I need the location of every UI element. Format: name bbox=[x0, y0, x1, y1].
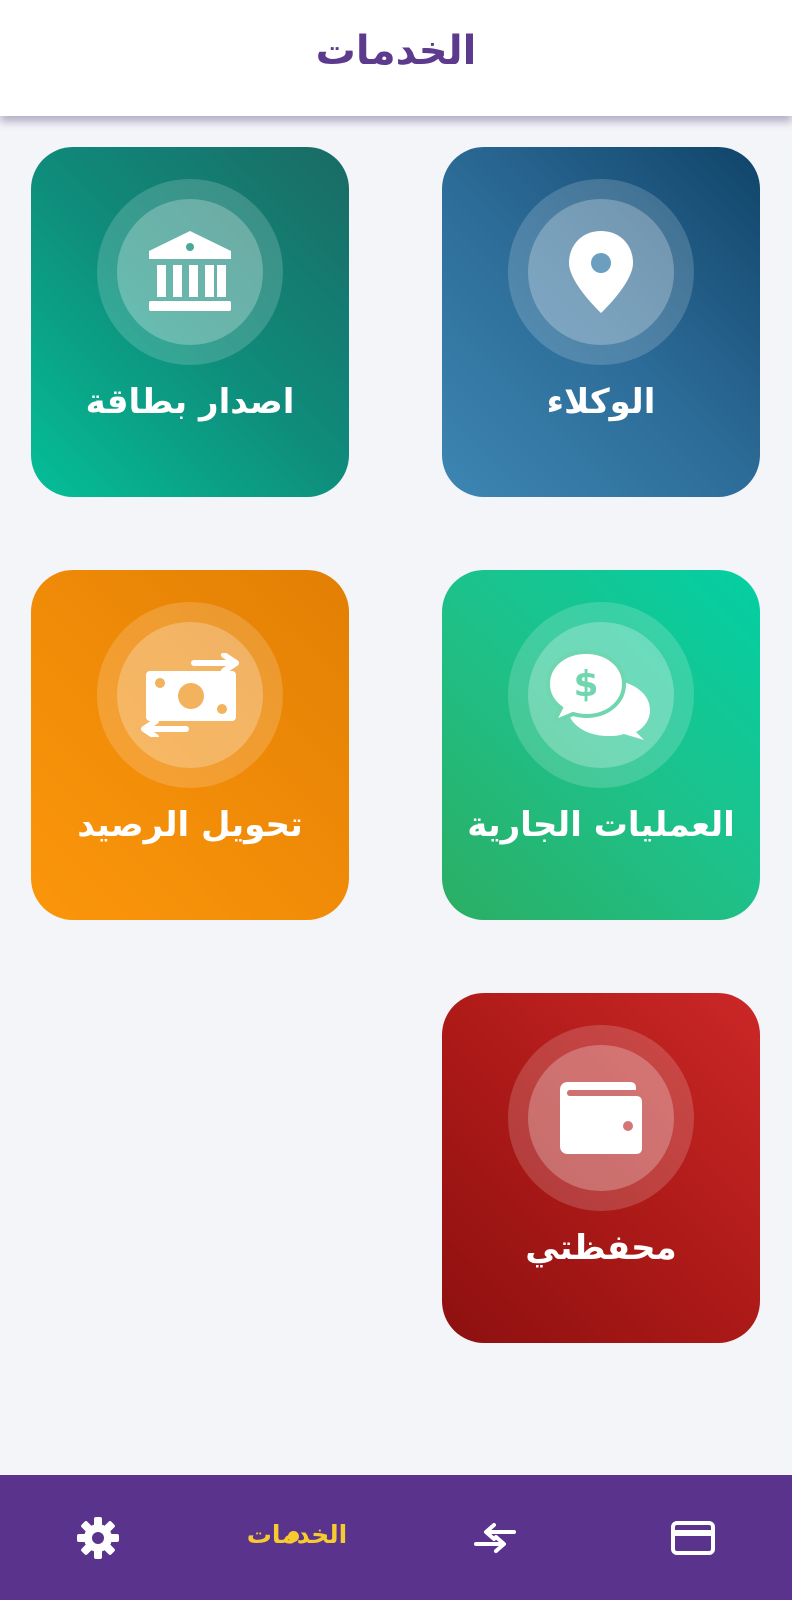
nav-transfers[interactable] bbox=[435, 1475, 555, 1600]
tile-balance-transfer[interactable]: تحويل الرصيد bbox=[31, 570, 349, 920]
tile-label: تحويل الرصيد bbox=[77, 805, 303, 845]
icon-ring-inner bbox=[528, 199, 674, 345]
app-header: الخدمات bbox=[0, 0, 792, 116]
gear-icon bbox=[77, 1516, 119, 1559]
icon-ring bbox=[508, 1025, 694, 1211]
dollar-chat-icon: $ bbox=[546, 650, 650, 740]
tile-my-wallet[interactable]: محفظتي bbox=[442, 993, 760, 1343]
bank-icon bbox=[149, 231, 231, 311]
nav-settings[interactable] bbox=[38, 1475, 158, 1600]
tile-label: محفظتي bbox=[525, 1228, 677, 1268]
transfer-arrows-icon bbox=[474, 1522, 516, 1553]
money-transfer-icon bbox=[141, 653, 239, 737]
wallet-icon bbox=[560, 1082, 642, 1154]
tile-label: الوكلاء bbox=[546, 382, 656, 422]
icon-ring-inner bbox=[528, 1045, 674, 1191]
map-pin-icon bbox=[569, 231, 633, 313]
icon-ring bbox=[97, 179, 283, 365]
page-title: الخدمات bbox=[315, 28, 477, 74]
tile-running-operations[interactable]: $ العمليات الجارية bbox=[442, 570, 760, 920]
icon-ring bbox=[508, 179, 694, 365]
icon-ring: $ bbox=[508, 602, 694, 788]
bottom-navigation: الخدمات bbox=[0, 1475, 792, 1600]
tile-label: اصدار بطاقة bbox=[85, 382, 295, 422]
icon-ring-inner bbox=[117, 622, 263, 768]
tile-label: العمليات الجارية bbox=[467, 805, 735, 845]
credit-card-icon bbox=[671, 1520, 715, 1555]
nav-cards[interactable] bbox=[633, 1475, 753, 1600]
icon-ring-inner bbox=[117, 199, 263, 345]
svg-text:$: $ bbox=[573, 664, 598, 705]
tile-issue-card[interactable]: اصدار بطاقة bbox=[31, 147, 349, 497]
active-indicator-dot bbox=[288, 1531, 299, 1542]
icon-ring-inner: $ bbox=[528, 622, 674, 768]
tile-agents[interactable]: الوكلاء bbox=[442, 147, 760, 497]
icon-ring bbox=[97, 602, 283, 788]
